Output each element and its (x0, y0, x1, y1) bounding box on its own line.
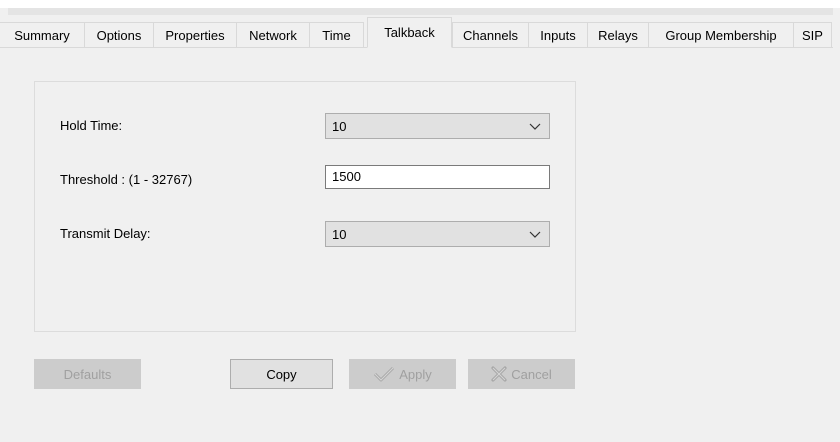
copy-button-label: Copy (266, 366, 297, 382)
tab-label: Group Membership (665, 27, 777, 43)
transmit-delay-combobox[interactable]: 10 (325, 221, 550, 247)
tab-label: Relays (598, 27, 638, 43)
copy-button[interactable]: Copy (230, 359, 333, 389)
tab-summary[interactable]: Summary (0, 22, 85, 47)
tab-talkback[interactable]: Talkback (367, 17, 452, 48)
hold-time-label: Hold Time: (60, 118, 123, 133)
threshold-field[interactable] (325, 165, 550, 189)
check-icon (374, 366, 395, 382)
tab-label: Time (322, 27, 351, 43)
tab-time[interactable]: Time (309, 22, 364, 47)
tab-label: Options (96, 27, 142, 43)
hold-time-combobox[interactable]: 10 (325, 113, 550, 139)
tab-label: Inputs (540, 27, 576, 43)
tab-network[interactable]: Network (236, 22, 310, 47)
apply-button-label: Apply (399, 366, 432, 382)
window-top-edge (0, 0, 840, 8)
cancel-button[interactable]: Cancel (468, 359, 575, 389)
defaults-button-label: Defaults (63, 366, 112, 382)
transmit-delay-label: Transmit Delay: (60, 226, 151, 241)
chevron-down-icon (529, 123, 541, 130)
tab-group-membership[interactable]: Group Membership (648, 22, 794, 47)
threshold-input[interactable] (332, 169, 542, 184)
defaults-button[interactable]: Defaults (34, 359, 141, 389)
tab-label: Talkback (384, 25, 435, 40)
tab-inputs[interactable]: Inputs (528, 22, 588, 47)
apply-button[interactable]: Apply (349, 359, 456, 389)
tab-relays[interactable]: Relays (587, 22, 649, 47)
tab-label: Summary (14, 27, 70, 43)
hold-time-value: 10 (332, 119, 347, 134)
tab-label: Network (249, 27, 297, 43)
threshold-label: Threshold : (1 - 32767) (60, 172, 193, 187)
tab-label: SIP (802, 27, 823, 43)
tab-properties[interactable]: Properties (153, 22, 237, 47)
header-strip (8, 8, 833, 15)
tab-options[interactable]: Options (84, 22, 154, 47)
tab-channels[interactable]: Channels (452, 22, 529, 47)
tab-sip[interactable]: SIP (793, 22, 832, 47)
x-icon (491, 366, 507, 382)
cancel-button-label: Cancel (511, 366, 552, 382)
chevron-down-icon (529, 231, 541, 238)
tab-label: Properties (165, 27, 225, 43)
tab-label: Channels (463, 27, 518, 43)
transmit-delay-value: 10 (332, 227, 347, 242)
